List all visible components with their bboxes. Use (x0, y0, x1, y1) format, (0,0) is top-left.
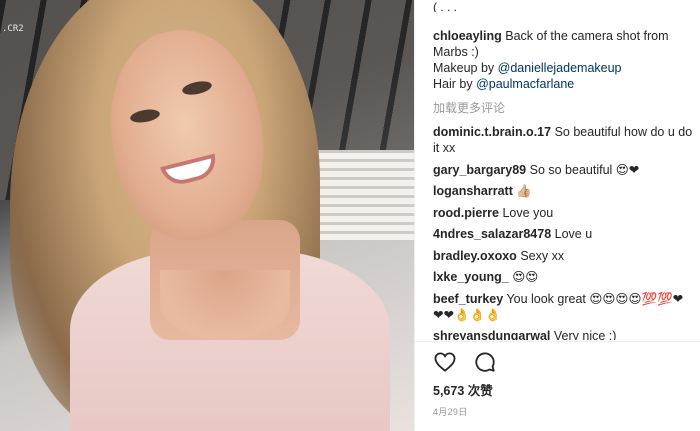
comment-username-link[interactable]: rood.pierre (433, 206, 499, 220)
likes-label: 次赞 (467, 384, 493, 398)
caption-hair-prefix: Hair by (433, 77, 477, 91)
comment-username-link[interactable]: gary_bargary89 (433, 163, 526, 177)
comment-row: shreyansdungarwal Very nice :) (433, 328, 695, 340)
comment-row: bradley.oxoxo Sexy xx (433, 248, 695, 264)
comment-username-link[interactable]: logansharratt (433, 184, 513, 198)
comment-row: beef_turkey You look great 😍😍😍😍💯💯❤ ❤❤👌👌👌 (433, 291, 695, 323)
comment-text: Very nice :) (553, 329, 617, 340)
comment-row: 4ndres_salazar8478 Love u (433, 226, 695, 242)
post-date: 4月29日 (433, 407, 468, 417)
comment-row: dominic.t.brain.o.17 So beautiful how do… (433, 124, 695, 156)
comment-username-link[interactable]: lxke_young_ (433, 270, 509, 284)
likes-count[interactable]: 5,673 次赞 (433, 380, 493, 399)
comment-text: Love u (554, 227, 593, 241)
post-caption: chloeayling Back of the camera shot from… (433, 28, 695, 92)
comment-username-link[interactable]: shreyansdungarwal (433, 329, 550, 340)
comment-text: So so beautiful 😍❤ (529, 162, 640, 177)
comment-text: 😍😍 (512, 270, 539, 284)
section-divider (415, 341, 700, 342)
comment-username-link[interactable]: beef_turkey (433, 292, 503, 306)
comment-text: 👍🏼 (516, 184, 532, 198)
comment-bubble-icon[interactable] (473, 350, 497, 374)
comment-row: lxke_young_ 😍😍 (433, 269, 695, 285)
heart-icon[interactable] (433, 350, 457, 374)
caption-username-link[interactable]: chloeayling (433, 29, 502, 43)
comment-username-link[interactable]: dominic.t.brain.o.17 (433, 125, 551, 139)
hair-mention-link[interactable]: @paulmacfarlane (476, 77, 574, 91)
comment-row: gary_bargary89 So so beautiful 😍❤ (433, 162, 695, 178)
comment-row: logansharratt 👍🏼 (433, 183, 695, 199)
likes-number: 5,673 (433, 384, 465, 398)
comment-username-link[interactable]: bradley.oxoxo (433, 249, 517, 263)
makeup-mention-link[interactable]: @daniellejademakeup (498, 61, 622, 75)
comment-text: Sexy xx (520, 248, 565, 263)
comment-text: Love you (502, 205, 554, 220)
comment-username-link[interactable]: 4ndres_salazar8478 (433, 227, 551, 241)
photo-corner-label: .CR2 (2, 24, 24, 34)
comment-row: rood.pierre Love you (433, 205, 695, 221)
post-details-panel: ( . . . chloeayling Back of the camera s… (414, 0, 700, 431)
comments-list[interactable]: ( . . . chloeayling Back of the camera s… (433, 0, 695, 340)
post-actions (433, 350, 497, 374)
caption-makeup-prefix: Makeup by (433, 61, 498, 75)
load-more-comments-link[interactable]: 加载更多评论 (433, 99, 695, 116)
header-cut-text: ( . . . (433, 0, 457, 12)
chest-shape (160, 270, 290, 340)
post-photo[interactable]: .CR2 (0, 0, 414, 431)
